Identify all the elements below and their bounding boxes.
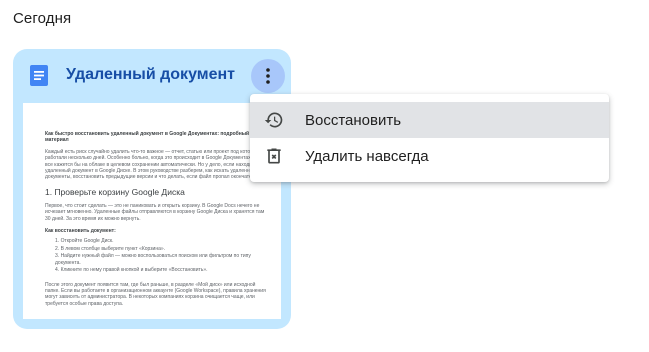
section-title: Сегодня <box>13 10 72 27</box>
document-card[interactable]: Удаленный документ Как быстро восстанови… <box>13 49 291 329</box>
restore-history-icon <box>264 112 283 128</box>
card-title: Удаленный документ <box>66 66 235 83</box>
menu-item-delete-forever[interactable]: Удалить навсегда <box>250 138 609 174</box>
preview-paragraph: Первое, что стоит сделать — это не паник… <box>45 202 265 222</box>
preview-step: 2. В левом столбце выберите пункт «Корзи… <box>55 245 166 252</box>
card-header: Удаленный документ <box>13 49 291 103</box>
more-vert-icon <box>266 68 270 84</box>
preview-content: Как быстро восстановить удаленный докуме… <box>45 131 267 313</box>
preview-step: 1. Откройте Google Диск. <box>55 238 114 245</box>
preview-paragraph: Каждый есть риск случайно удалить что-то… <box>45 148 265 181</box>
menu-item-restore[interactable]: Восстановить <box>250 102 609 138</box>
delete-forever-icon <box>267 148 281 164</box>
preview-step: 3. Найдите нужный файл — можно воспользо… <box>55 253 251 266</box>
preview-title: Как быстро восстановить удаленный докуме… <box>45 131 250 144</box>
preview-step: 4. Кликните по нему правой кнопкой и выб… <box>55 267 208 274</box>
menu-item-label: Удалить навсегда <box>305 147 429 165</box>
preview-heading: 1. Проверьте корзину Google Диска <box>45 186 185 197</box>
context-menu: Восстановить Удалить навсегда <box>250 94 609 182</box>
preview-steps-title: Как восстановить документ: <box>45 228 116 235</box>
google-docs-icon <box>30 65 48 86</box>
document-preview[interactable]: Как быстро восстановить удаленный докуме… <box>23 103 281 319</box>
preview-steps-list: 1. Откройте Google Диск. 2. В левом стол… <box>55 238 267 273</box>
menu-item-label: Восстановить <box>305 111 402 129</box>
more-options-button[interactable] <box>251 59 285 93</box>
preview-paragraph: После этого документ появится там, где б… <box>45 281 266 307</box>
